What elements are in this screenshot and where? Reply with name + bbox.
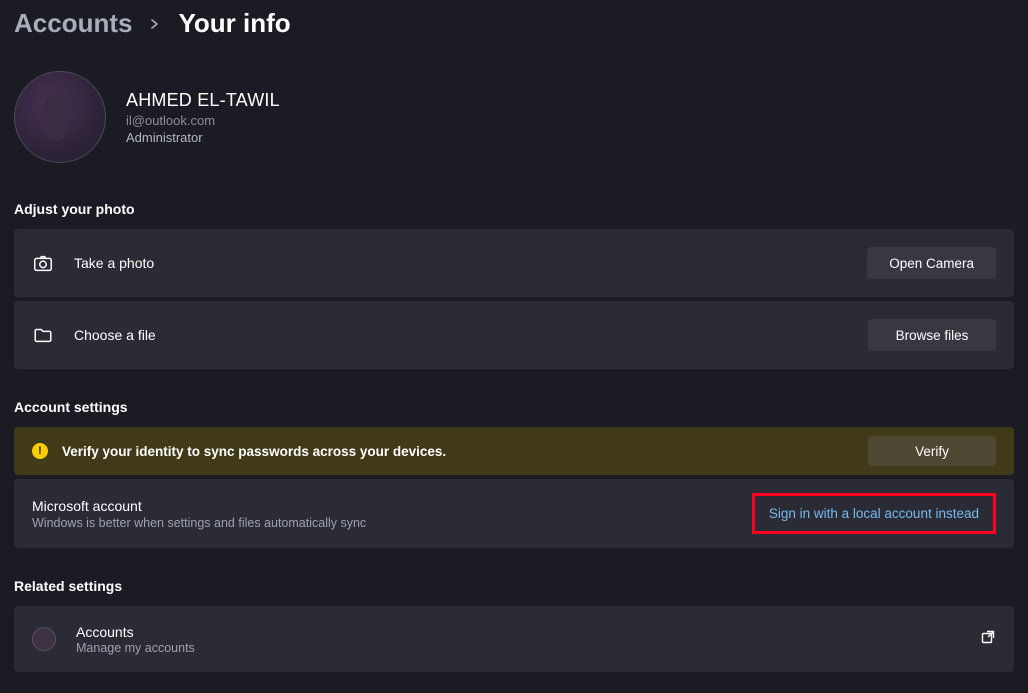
verify-warning-text: Verify your identity to sync passwords a… — [62, 444, 868, 459]
profile-role: Administrator — [126, 130, 280, 145]
breadcrumb-parent[interactable]: Accounts — [14, 8, 132, 39]
camera-icon — [32, 252, 54, 274]
local-account-link[interactable]: Sign in with a local account instead — [763, 502, 985, 525]
related-accounts-title: Accounts — [76, 624, 980, 640]
profile-name: AHMED EL-TAWIL — [126, 90, 280, 111]
profile-header: AHMED EL-TAWIL il@outlook.com Administra… — [14, 55, 1014, 187]
microsoft-account-title: Microsoft account — [32, 498, 752, 514]
avatar — [14, 71, 106, 163]
choose-file-row: Choose a file Browse files — [14, 301, 1014, 369]
profile-email: il@outlook.com — [126, 113, 280, 128]
section-title-related: Related settings — [14, 578, 1014, 594]
choose-file-label: Choose a file — [74, 327, 868, 343]
breadcrumb: Accounts Your info — [14, 0, 1014, 55]
browse-files-button[interactable]: Browse files — [868, 319, 996, 351]
verify-warning-row: ! Verify your identity to sync passwords… — [14, 427, 1014, 475]
open-camera-button[interactable]: Open Camera — [867, 247, 996, 279]
chevron-right-icon — [150, 16, 160, 32]
take-photo-row: Take a photo Open Camera — [14, 229, 1014, 297]
section-title-photo: Adjust your photo — [14, 201, 1014, 217]
highlight-box: Sign in with a local account instead — [752, 493, 996, 534]
external-link-icon — [980, 629, 996, 650]
take-photo-label: Take a photo — [74, 255, 867, 271]
related-accounts-subtitle: Manage my accounts — [76, 641, 980, 655]
verify-button[interactable]: Verify — [868, 436, 996, 466]
breadcrumb-current: Your info — [178, 8, 290, 39]
section-title-account: Account settings — [14, 399, 1014, 415]
warning-icon: ! — [32, 443, 48, 459]
related-accounts-row[interactable]: Accounts Manage my accounts — [14, 606, 1014, 672]
folder-icon — [32, 324, 54, 346]
microsoft-account-row: Microsoft account Windows is better when… — [14, 479, 1014, 548]
avatar-small-icon — [32, 627, 56, 651]
microsoft-account-subtitle: Windows is better when settings and file… — [32, 516, 752, 530]
